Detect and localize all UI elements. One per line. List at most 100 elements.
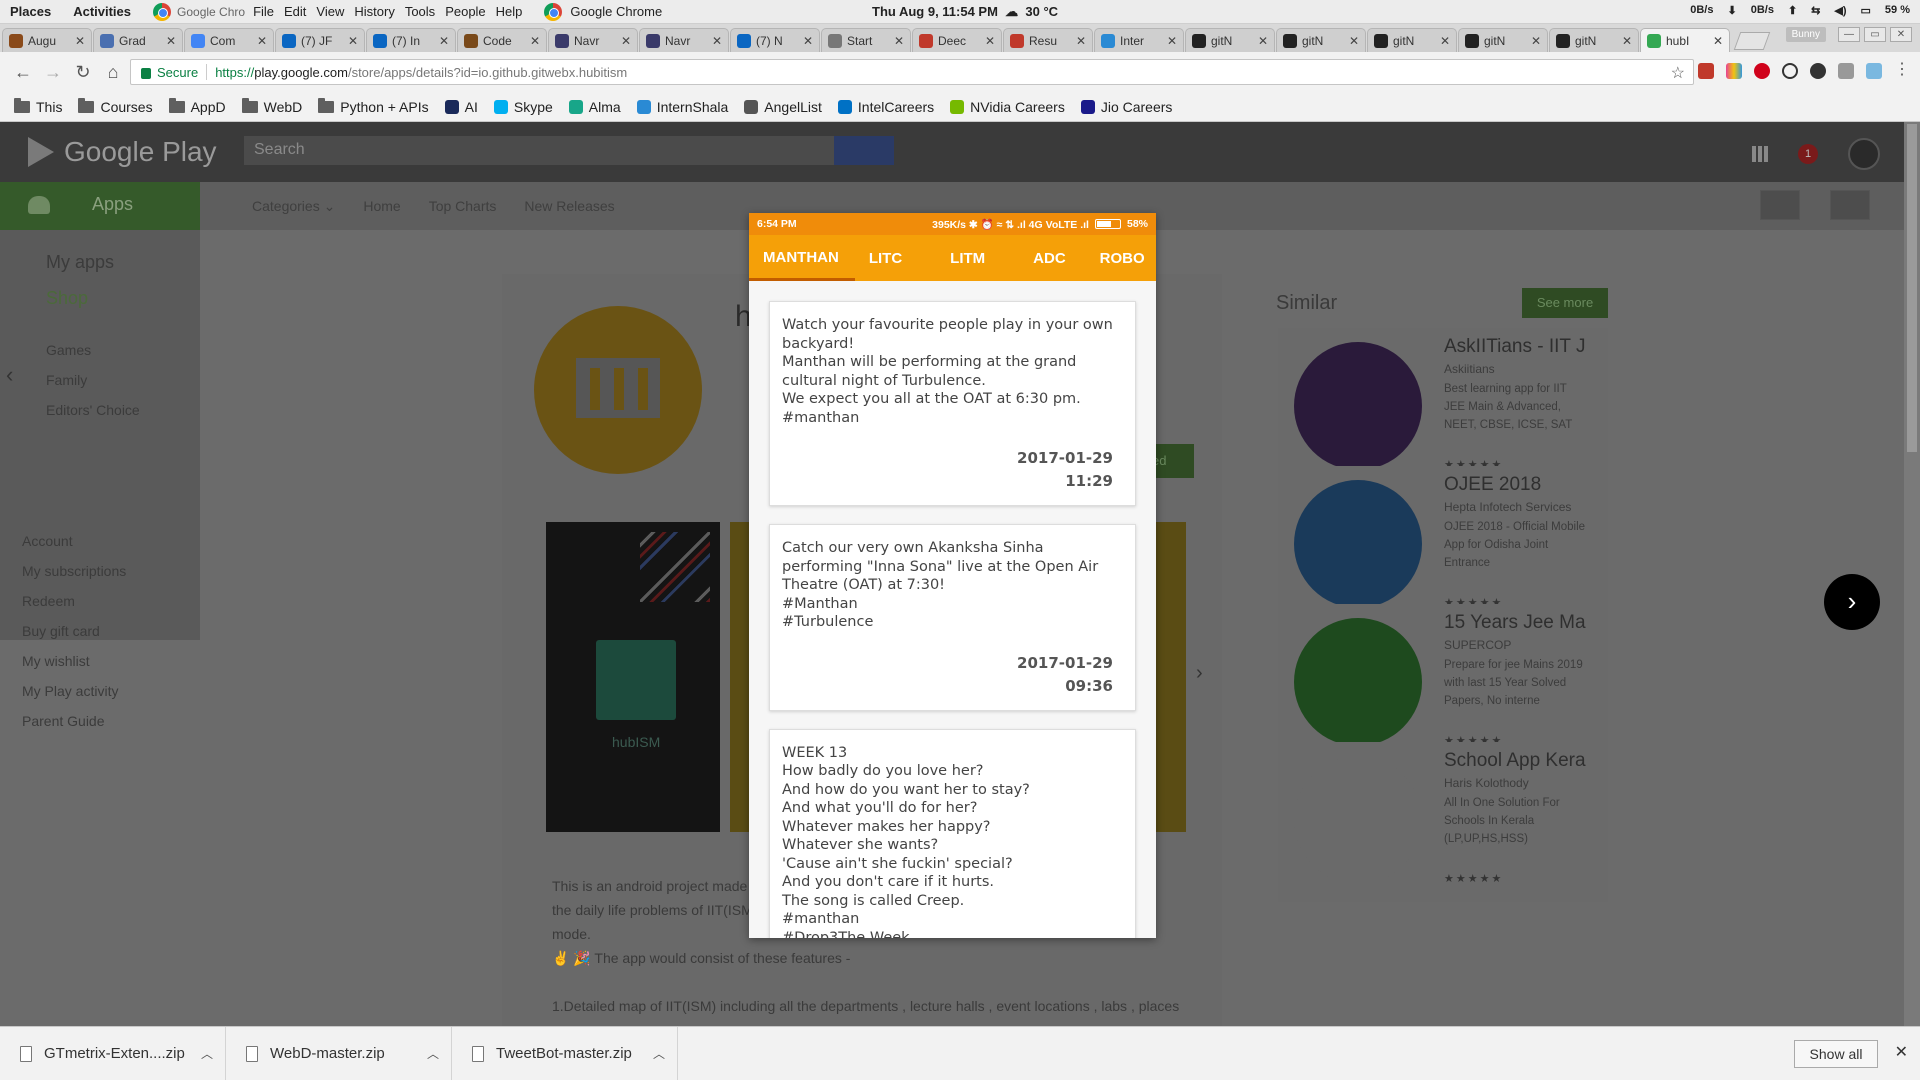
bookmark-link[interactable]: AngelList bbox=[744, 99, 822, 115]
tab-close-icon[interactable]: ✕ bbox=[1440, 34, 1450, 48]
more-menu-icon[interactable]: ⋮ bbox=[1894, 62, 1910, 79]
shop-link[interactable]: Shop bbox=[46, 288, 88, 309]
sidebar-item-games[interactable]: Games bbox=[46, 342, 91, 358]
notification-badge[interactable]: 1 bbox=[1798, 144, 1818, 164]
tab-close-icon[interactable]: ✕ bbox=[348, 34, 358, 48]
parent-guide-link[interactable]: Parent Guide bbox=[22, 713, 105, 729]
app-name[interactable]: Google Chrome bbox=[544, 2, 662, 21]
install-button[interactable]: ed bbox=[1150, 444, 1194, 478]
browser-tab[interactable]: gitN ✕ bbox=[1549, 28, 1639, 52]
browser-tab[interactable]: gitN ✕ bbox=[1367, 28, 1457, 52]
tab-close-icon[interactable]: ✕ bbox=[439, 34, 449, 48]
browser-tab[interactable]: Augu ✕ bbox=[2, 28, 92, 52]
sidebar-item-editors-choice[interactable]: Editors' Choice bbox=[46, 402, 140, 418]
browser-tab[interactable]: Start ✕ bbox=[821, 28, 911, 52]
menu-file[interactable]: File bbox=[253, 4, 274, 19]
page-scrollbar[interactable] bbox=[1904, 122, 1920, 1026]
phone-tab-robo[interactable]: ROBO bbox=[1080, 250, 1156, 267]
tab-close-icon[interactable]: ✕ bbox=[530, 34, 540, 48]
system-tray[interactable]: 0B/s ⬇ 0B/s ⬆ ⇆ ◀) ▭ 59 % bbox=[1690, 4, 1910, 17]
similar-app-card[interactable]: School App Kera Haris Kolothody All In One… bbox=[1278, 742, 1608, 902]
play-activity-link[interactable]: My Play activity bbox=[22, 683, 118, 699]
download-item[interactable]: TweetBot-master.zip ︿ bbox=[452, 1026, 678, 1080]
browser-tab[interactable]: (7) JF ✕ bbox=[275, 28, 365, 52]
subscriptions-link[interactable]: My subscriptions bbox=[22, 563, 126, 579]
wishlist-link[interactable]: My wishlist bbox=[22, 653, 90, 669]
apps-tab[interactable]: Apps bbox=[0, 182, 200, 230]
phone-tab-litm[interactable]: LITM bbox=[916, 250, 999, 267]
bookmark-link[interactable]: InternShala bbox=[636, 99, 728, 115]
bookmark-link[interactable]: Jio Careers bbox=[1080, 99, 1172, 115]
forward-arrow-icon[interactable]: → bbox=[40, 59, 66, 85]
maximize-button[interactable]: ▭ bbox=[1864, 27, 1886, 42]
browser-tab[interactable]: Navr ✕ bbox=[548, 28, 638, 52]
download-item[interactable]: WebD-master.zip ︿ bbox=[226, 1026, 452, 1080]
nav-new-releases[interactable]: New Releases bbox=[524, 198, 614, 215]
bookmark-folder[interactable]: AppD bbox=[168, 97, 226, 115]
browser-tab[interactable]: Inter ✕ bbox=[1094, 28, 1184, 52]
tab-close-icon[interactable]: ✕ bbox=[1258, 34, 1268, 48]
nav-top-charts[interactable]: Top Charts bbox=[429, 198, 497, 215]
browser-tab[interactable]: (7) N ✕ bbox=[730, 28, 820, 52]
scroll-thumb[interactable] bbox=[1907, 124, 1917, 452]
menu-view[interactable]: View bbox=[316, 4, 344, 19]
bookmark-link[interactable]: Alma bbox=[568, 99, 621, 115]
browser-tab[interactable]: hubI ✕ bbox=[1640, 28, 1730, 52]
tab-close-icon[interactable]: ✕ bbox=[1622, 34, 1632, 48]
tab-close-icon[interactable]: ✕ bbox=[1349, 34, 1359, 48]
next-arrow-icon[interactable]: › bbox=[1824, 574, 1880, 630]
extension-icon[interactable] bbox=[1810, 63, 1826, 79]
browser-tab[interactable]: gitN ✕ bbox=[1458, 28, 1548, 52]
bookmark-star-icon[interactable]: ☆ bbox=[1671, 63, 1685, 83]
home-icon[interactable]: ⌂ bbox=[100, 59, 126, 85]
minimize-button[interactable]: — bbox=[1838, 27, 1860, 42]
tab-close-icon[interactable]: ✕ bbox=[1076, 34, 1086, 48]
download-item[interactable]: GTmetrix-Exten....zip ︿ bbox=[0, 1026, 226, 1080]
phone-tab-litc[interactable]: LITC bbox=[853, 250, 916, 267]
new-tab-button[interactable] bbox=[1733, 32, 1771, 50]
bookmark-folder[interactable]: Python + APIs bbox=[318, 97, 429, 115]
extension-icon[interactable] bbox=[1698, 63, 1714, 79]
tab-close-icon[interactable]: ✕ bbox=[803, 34, 813, 48]
bookmark-link[interactable]: Skype bbox=[493, 99, 553, 115]
search-icon[interactable] bbox=[834, 136, 894, 165]
chevron-up-icon[interactable]: ︿ bbox=[201, 1045, 213, 1062]
post-feed[interactable]: Watch your favourite people play in your… bbox=[749, 281, 1156, 938]
browser-tab[interactable]: Navr ✕ bbox=[639, 28, 729, 52]
browser-tab[interactable]: (7) In ✕ bbox=[366, 28, 456, 52]
bookmark-folder[interactable]: Courses bbox=[78, 97, 153, 115]
profile-chip[interactable]: Bunny bbox=[1785, 27, 1826, 42]
clock[interactable]: Thu Aug 9, 11:54 PM ☁ 30 °C bbox=[872, 4, 1058, 20]
browser-tab[interactable]: Resu ✕ bbox=[1003, 28, 1093, 52]
chevron-up-icon[interactable]: ︿ bbox=[653, 1045, 665, 1062]
menu-people[interactable]: People bbox=[445, 4, 485, 19]
bookmark-link[interactable]: AI bbox=[444, 99, 478, 115]
app-menu-ghost[interactable]: Google Chro bbox=[153, 2, 245, 21]
close-icon[interactable]: ✕ bbox=[1895, 1042, 1908, 1062]
bookmark-folder[interactable]: WebD bbox=[241, 97, 302, 115]
account-link[interactable]: Account bbox=[22, 533, 73, 549]
chevron-up-icon[interactable]: ︿ bbox=[427, 1045, 439, 1062]
settings-gear-button[interactable] bbox=[1830, 190, 1870, 220]
apps-grid-icon[interactable] bbox=[1752, 146, 1768, 162]
browser-tab[interactable]: Code ✕ bbox=[457, 28, 547, 52]
nav-categories[interactable]: Categories ⌄ bbox=[252, 198, 335, 215]
activities-button[interactable]: Activities bbox=[73, 4, 131, 19]
post-card[interactable]: Watch your favourite people play in your… bbox=[769, 301, 1136, 506]
my-apps-link[interactable]: My apps bbox=[46, 252, 114, 273]
bookmark-link[interactable]: NVidia Careers bbox=[950, 99, 1065, 115]
tab-close-icon[interactable]: ✕ bbox=[985, 34, 995, 48]
extension-icon[interactable] bbox=[1782, 63, 1798, 79]
tab-close-icon[interactable]: ✕ bbox=[75, 34, 85, 48]
chevron-left-icon[interactable]: ‹ bbox=[6, 362, 13, 388]
tab-close-icon[interactable]: ✕ bbox=[621, 34, 631, 48]
tab-close-icon[interactable]: ✕ bbox=[166, 34, 176, 48]
similar-app-card[interactable]: 15 Years Jee Ma SUPERCOP Prepare for jee M… bbox=[1278, 604, 1608, 764]
redeem-link[interactable]: Redeem bbox=[22, 593, 75, 609]
tab-close-icon[interactable]: ✕ bbox=[894, 34, 904, 48]
bookmark-folder[interactable]: This bbox=[14, 97, 62, 115]
nav-home[interactable]: Home bbox=[363, 198, 400, 215]
show-all-button[interactable]: Show all bbox=[1794, 1040, 1878, 1068]
tab-close-icon[interactable]: ✕ bbox=[1531, 34, 1541, 48]
help-button[interactable] bbox=[1760, 190, 1800, 220]
